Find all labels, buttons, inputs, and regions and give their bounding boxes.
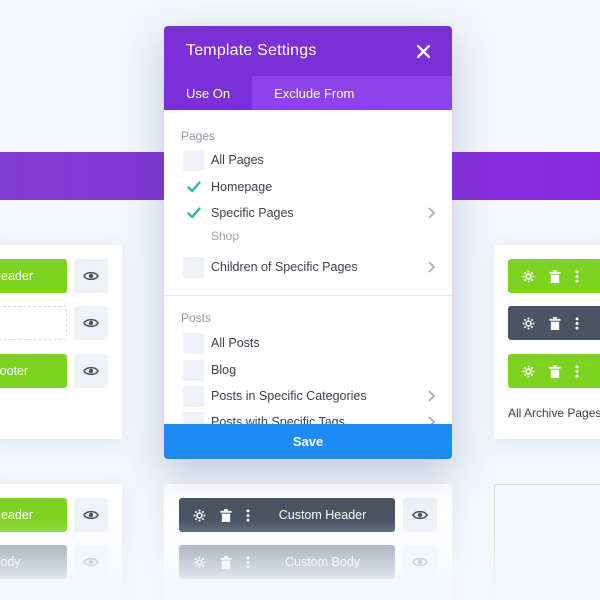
footer-layout-pill-right[interactable] bbox=[508, 354, 600, 388]
checkmark-icon[interactable] bbox=[183, 177, 204, 198]
template-card-left: Header y Footer bbox=[0, 245, 122, 439]
custom-body-pill[interactable]: Custom Body bbox=[179, 545, 395, 579]
template-card-bottom-left: Header Body bbox=[0, 484, 122, 600]
option-label: Children of Specific Pages bbox=[211, 260, 358, 274]
checkbox[interactable] bbox=[183, 359, 204, 381]
modal-header: Template Settings bbox=[164, 26, 452, 76]
header-visibility-eye-icon[interactable] bbox=[74, 259, 108, 293]
custom-body-label: Custom Body bbox=[284, 555, 361, 569]
option-label: Specific Pages bbox=[211, 206, 294, 220]
header-layout-pill[interactable]: Header bbox=[0, 259, 67, 293]
option-label: All Pages bbox=[211, 153, 264, 167]
specific-pages-selection: Shop bbox=[211, 229, 240, 243]
footer-layout-pill[interactable]: Footer bbox=[0, 354, 67, 388]
save-button[interactable]: Save bbox=[164, 424, 452, 459]
body-layout-pill-right[interactable] bbox=[508, 306, 600, 340]
body-visibility-eye-icon[interactable] bbox=[74, 545, 108, 579]
gear-icon[interactable] bbox=[193, 556, 206, 569]
option-label: Blog bbox=[211, 363, 237, 377]
tab-exclude-from[interactable]: Exclude From bbox=[252, 76, 376, 110]
pages-section-label: Pages bbox=[181, 129, 216, 143]
template-settings-modal: Template Settings Use On Exclude From Pa… bbox=[164, 26, 452, 459]
custom-body-visibility-eye-icon[interactable] bbox=[403, 545, 437, 579]
option-all-pages[interactable]: All Pages bbox=[183, 149, 435, 171]
trash-icon[interactable] bbox=[220, 555, 232, 569]
option-all-posts[interactable]: All Posts bbox=[183, 332, 435, 354]
chevron-right-icon[interactable] bbox=[427, 207, 435, 219]
option-children-of-specific-pages[interactable]: Children of Specific Pages bbox=[183, 256, 435, 278]
footer-visibility-eye-icon[interactable] bbox=[74, 354, 108, 388]
more-options-icon[interactable] bbox=[575, 364, 579, 378]
gear-icon[interactable] bbox=[522, 317, 535, 330]
gear-icon[interactable] bbox=[522, 365, 535, 378]
header-layout-pill[interactable]: Header bbox=[0, 498, 67, 532]
checkmark-icon[interactable] bbox=[183, 203, 204, 224]
header-visibility-eye-icon[interactable] bbox=[74, 498, 108, 532]
modal-title: Template Settings bbox=[186, 42, 317, 59]
template-assignment-label: All Archive Pages bbox=[508, 406, 600, 420]
custom-header-label: Custom Header bbox=[278, 508, 367, 522]
custom-header-visibility-eye-icon[interactable] bbox=[403, 498, 437, 532]
option-posts-with-specific-tags[interactable]: Posts with Specific Tags bbox=[183, 411, 435, 424]
custom-header-pill[interactable]: Custom Header bbox=[179, 498, 395, 532]
checkbox[interactable] bbox=[183, 149, 204, 171]
footer-layout-label: Footer bbox=[0, 364, 29, 378]
trash-icon[interactable] bbox=[549, 316, 561, 330]
checkbox[interactable] bbox=[183, 385, 204, 407]
body-layout-label: Body bbox=[0, 555, 21, 569]
header-layout-label: Header bbox=[0, 508, 33, 522]
trash-icon[interactable] bbox=[549, 364, 561, 378]
modal-body[interactable]: Pages All Pages Homepage Specific Pages Sho… bbox=[164, 110, 452, 424]
checkbox[interactable] bbox=[183, 332, 204, 354]
option-label: Posts in Specific Categories bbox=[211, 389, 367, 403]
more-options-icon[interactable] bbox=[575, 269, 579, 283]
close-icon[interactable] bbox=[417, 44, 430, 58]
body-layout-placeholder[interactable]: y bbox=[0, 306, 67, 340]
body-visibility-eye-icon[interactable] bbox=[74, 306, 108, 340]
checkbox[interactable] bbox=[183, 411, 204, 424]
more-options-icon[interactable] bbox=[575, 316, 579, 330]
header-layout-label: Header bbox=[0, 269, 33, 283]
chevron-right-icon[interactable] bbox=[427, 416, 435, 424]
option-specific-pages[interactable]: Specific Pages bbox=[183, 202, 435, 224]
gear-icon[interactable] bbox=[522, 270, 535, 283]
body-layout-placeholder-label: y bbox=[0, 316, 66, 330]
chevron-right-icon[interactable] bbox=[427, 261, 435, 273]
gear-icon[interactable] bbox=[193, 509, 206, 522]
posts-section-label: Posts bbox=[181, 311, 212, 325]
modal-tabs: Use On Exclude From bbox=[164, 76, 452, 110]
tab-use-on[interactable]: Use On bbox=[164, 76, 253, 110]
checkbox[interactable] bbox=[183, 256, 204, 278]
option-posts-in-specific-categories[interactable]: Posts in Specific Categories bbox=[183, 385, 435, 407]
option-blog[interactable]: Blog bbox=[183, 359, 435, 381]
chevron-right-icon[interactable] bbox=[427, 390, 435, 402]
option-label: Posts with Specific Tags bbox=[211, 415, 345, 424]
trash-icon[interactable] bbox=[549, 269, 561, 283]
section-divider bbox=[164, 295, 452, 296]
template-card-bottom-middle: Custom Header Custom Body bbox=[164, 484, 452, 600]
header-layout-pill-right[interactable] bbox=[508, 259, 600, 293]
trash-icon[interactable] bbox=[220, 508, 232, 522]
option-label: Homepage bbox=[211, 180, 273, 194]
body-layout-pill[interactable]: Body bbox=[0, 545, 67, 579]
template-card-right: All Archive Pages bbox=[494, 245, 600, 439]
option-homepage[interactable]: Homepage bbox=[183, 176, 435, 198]
template-card-bottom-right bbox=[494, 484, 600, 600]
option-label: All Posts bbox=[211, 336, 260, 350]
